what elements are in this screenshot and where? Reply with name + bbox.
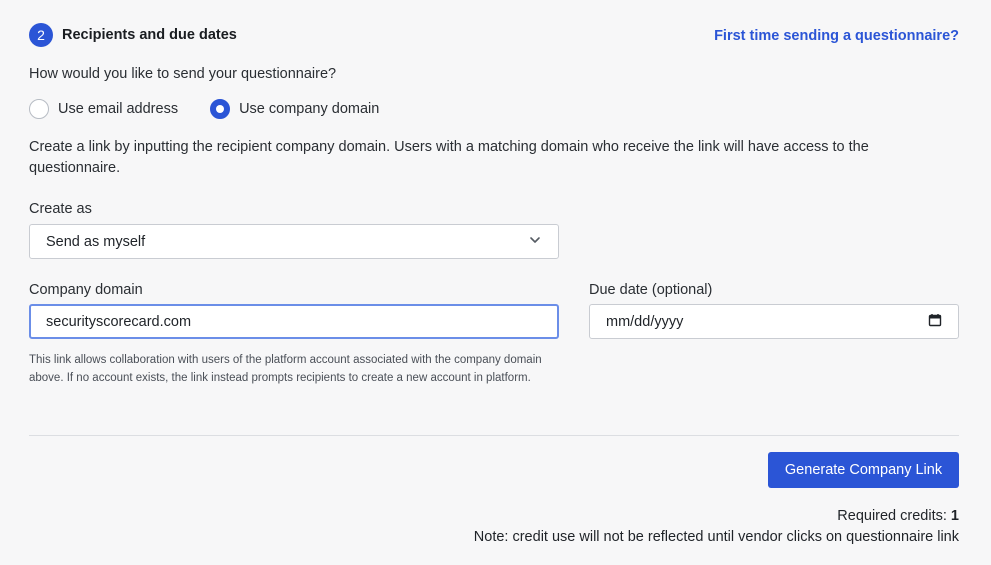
create-as-select[interactable]: Send as myself xyxy=(29,224,559,259)
credit-note: Note: credit use will not be reflected u… xyxy=(473,529,959,545)
credits-label: Required credits: xyxy=(837,508,951,524)
section-divider xyxy=(29,435,959,436)
credits-value: 1 xyxy=(950,508,959,524)
chevron-down-icon xyxy=(528,233,542,251)
radio-use-email[interactable]: Use email address xyxy=(29,99,178,119)
calendar-icon[interactable] xyxy=(928,313,942,331)
section-title: Recipients and due dates xyxy=(62,27,237,43)
due-date-label: Due date (optional) xyxy=(589,282,713,298)
radio-domain-circle[interactable] xyxy=(210,99,231,119)
radio-email-circle[interactable] xyxy=(29,99,49,119)
company-domain-input[interactable] xyxy=(29,304,559,339)
due-date-input[interactable]: mm/dd/yyyy xyxy=(589,304,959,339)
required-credits: Required credits: 1 xyxy=(837,508,959,524)
radio-email-label: Use email address xyxy=(58,101,179,117)
company-domain-hint: This link allows collaboration with user… xyxy=(29,354,542,384)
radio-domain-label: Use company domain xyxy=(239,101,380,117)
first-time-help-link[interactable]: First time sending a questionnaire? xyxy=(714,28,959,44)
domain-link-description: Create a link by inputting the recipient… xyxy=(29,139,869,176)
send-method-radio-group: Use email address Use company domain xyxy=(29,99,379,119)
company-domain-label: Company domain xyxy=(29,282,143,298)
radio-use-company-domain[interactable]: Use company domain xyxy=(210,99,379,119)
generate-company-link-button[interactable]: Generate Company Link xyxy=(768,452,959,488)
create-as-value: Send as myself xyxy=(46,233,146,250)
create-as-label: Create as xyxy=(29,201,92,217)
send-method-question: How would you like to send your question… xyxy=(29,66,337,82)
step-number-badge: 2 xyxy=(29,23,53,47)
due-date-placeholder: mm/dd/yyyy xyxy=(606,313,684,330)
